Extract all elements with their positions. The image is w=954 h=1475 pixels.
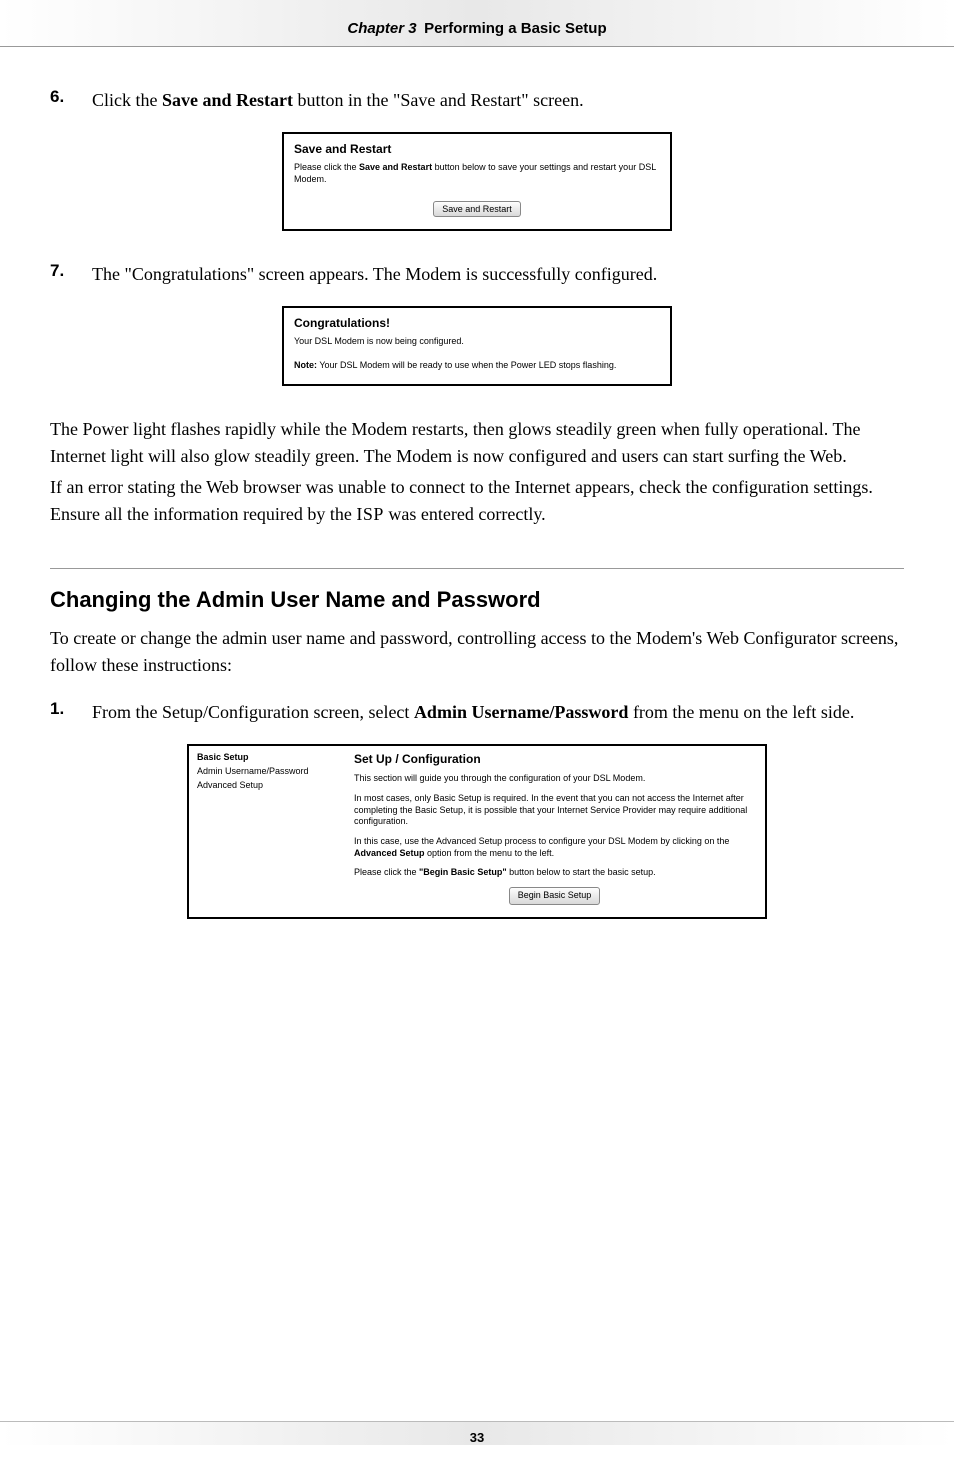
dialog-desc: Please click the Save and Restart button… [294,162,660,185]
step-text: From the Setup/Configuration screen, sel… [92,699,904,726]
step-6: 6. Click the Save and Restart button in … [50,87,904,114]
dialog-title: Save and Restart [294,142,660,156]
step-number: 1. [50,699,92,726]
screenshot-setup-config: Basic Setup Admin Username/Password Adva… [187,744,767,919]
save-restart-button[interactable]: Save and Restart [433,201,521,217]
step-number: 7. [50,261,92,288]
screenshot-congratulations: Congratulations! Your DSL Modem is now b… [282,306,672,385]
section-heading: Changing the Admin User Name and Passwor… [50,587,904,613]
button-row: Begin Basic Setup [354,887,755,905]
panel-p3: In this case, use the Advanced Setup pro… [354,836,755,859]
panel-p4: Please click the "Begin Basic Setup" but… [354,867,755,879]
sidebar-item-admin[interactable]: Admin Username/Password [197,766,336,776]
button-row: Save and Restart [294,199,660,217]
page-header: Chapter 3 Performing a Basic Setup [0,0,954,47]
dialog-desc: Your DSL Modem is now being configured. [294,336,660,348]
step-number: 6. [50,87,92,114]
step-text: Click the Save and Restart button in the… [92,87,904,114]
paragraph-power-light: The Power light flashes rapidly while th… [50,416,904,470]
main-panel: Set Up / Configuration This section will… [344,746,765,917]
sidebar-item-basic-setup[interactable]: Basic Setup [197,752,336,762]
section-divider [50,568,904,569]
step-7: 7. The "Congratulations" screen appears.… [50,261,904,288]
screenshot-save-restart: Save and Restart Please click the Save a… [282,132,672,231]
page-number: 33 [470,1430,484,1445]
dialog-note: Note: Your DSL Modem will be ready to us… [294,360,660,372]
paragraph-error: If an error stating the Web browser was … [50,474,904,528]
page-footer: 33 [0,1421,954,1445]
step-text: The "Congratulations" screen appears. Th… [92,261,904,288]
dialog-title: Congratulations! [294,316,660,330]
sidebar: Basic Setup Admin Username/Password Adva… [189,746,344,917]
chapter-label: Chapter 3 [347,20,416,37]
sidebar-item-advanced[interactable]: Advanced Setup [197,780,336,790]
panel-p1: This section will guide you through the … [354,773,755,785]
panel-p2: In most cases, only Basic Setup is requi… [354,793,755,828]
page-content: 6. Click the Save and Restart button in … [0,47,954,919]
panel-title: Set Up / Configuration [354,752,755,768]
begin-basic-setup-button[interactable]: Begin Basic Setup [509,887,601,905]
paragraph-intro: To create or change the admin user name … [50,625,904,679]
chapter-title: Performing a Basic Setup [424,20,607,37]
step-1: 1. From the Setup/Configuration screen, … [50,699,904,726]
